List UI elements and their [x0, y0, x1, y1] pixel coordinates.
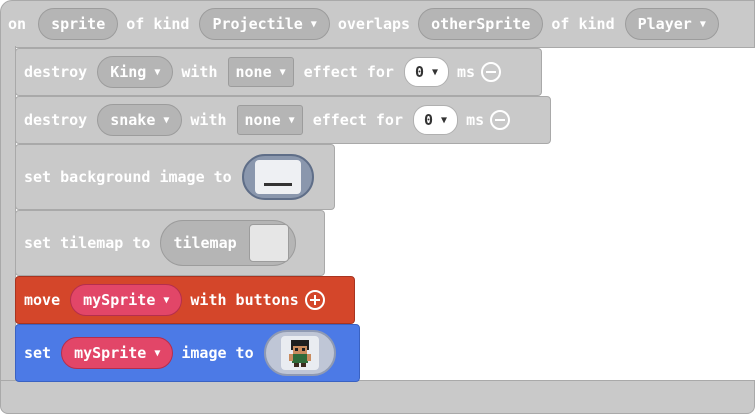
set-background-row: set background image to: [24, 152, 314, 202]
effect-dropdown[interactable]: none ▼: [236, 105, 303, 135]
ms-value-dropdown[interactable]: 0 ▼: [403, 57, 450, 87]
ms-label: ms: [457, 63, 476, 81]
sprite-variable[interactable]: sprite: [38, 8, 119, 40]
set-sprite-dropdown[interactable]: mySprite ▼: [61, 337, 174, 369]
sprite-variable-label: sprite: [51, 15, 106, 33]
set-label: set: [24, 344, 52, 362]
move-row: move mySprite ▼ with buttons: [24, 283, 325, 317]
move-sprite-dropdown[interactable]: mySprite ▼: [70, 284, 183, 316]
effect-for-label: effect for: [312, 111, 403, 129]
of-kind-label-2: of kind: [551, 15, 615, 33]
move-sprite-label: mySprite: [83, 291, 156, 309]
set-background-label: set background image to: [24, 168, 232, 186]
kind-dropdown-projectile[interactable]: Projectile ▼: [199, 8, 330, 40]
ms-value: 0: [414, 63, 424, 81]
event-header: on sprite of kind Projectile ▼ overlaps …: [8, 7, 719, 41]
destroy-target-label: King: [110, 63, 147, 81]
of-kind-label-1: of kind: [126, 15, 190, 33]
move-label: move: [24, 291, 61, 309]
background-image-picker[interactable]: [241, 154, 314, 200]
sprite-image-picker[interactable]: [263, 330, 336, 376]
caret-down-icon: ▼: [432, 66, 439, 78]
with-label: with: [181, 63, 218, 81]
on-label: on: [8, 15, 27, 33]
destroy-label: destroy: [24, 111, 88, 129]
caret-down-icon: ▼: [441, 114, 448, 126]
character-sprite-icon: [288, 340, 311, 367]
kind-dropdown-player[interactable]: Player ▼: [624, 8, 719, 40]
effect-for-label: effect for: [303, 63, 394, 81]
plus-circle-icon[interactable]: [304, 290, 325, 310]
caret-down-icon: ▼: [163, 114, 170, 126]
set-tilemap-row: set tilemap to tilemap: [24, 218, 296, 268]
set-tilemap-label: set tilemap to: [24, 234, 151, 252]
with-buttons-label: with buttons: [190, 291, 299, 309]
destroy-king-row: destroy King ▼ with none ▼ effect for 0 …: [24, 55, 502, 89]
image-to-label: image to: [181, 344, 254, 362]
caret-down-icon: ▼: [288, 114, 295, 126]
destroy-target-dropdown[interactable]: snake ▼: [97, 104, 183, 136]
other-sprite-variable[interactable]: otherSprite: [418, 8, 544, 40]
kind-projectile-label: Projectile: [212, 15, 303, 33]
kind-player-label: Player: [637, 15, 692, 33]
tilemap-value-label: tilemap: [173, 234, 237, 252]
minus-circle-icon[interactable]: [490, 110, 511, 130]
set-image-row: set mySprite ▼ image to: [24, 328, 336, 378]
empty-image-thumbnail: [254, 160, 301, 194]
ms-value: 0: [424, 111, 434, 129]
tilemap-thumbnail[interactable]: [248, 224, 289, 262]
effect-dropdown[interactable]: none ▼: [227, 57, 294, 87]
other-sprite-label: otherSprite: [431, 15, 531, 33]
with-label: with: [190, 111, 227, 129]
caret-down-icon: ▼: [699, 18, 706, 30]
destroy-target-dropdown[interactable]: King ▼: [97, 56, 174, 88]
destroy-snake-row: destroy snake ▼ with none ▼ effect for 0…: [24, 103, 511, 137]
caret-down-icon: ▼: [163, 294, 170, 306]
destroy-target-label: snake: [110, 111, 156, 129]
event-block-left-arm: [0, 46, 16, 386]
ms-value-dropdown[interactable]: 0 ▼: [413, 105, 459, 135]
effect-value: none: [244, 111, 281, 129]
overlaps-label: overlaps: [337, 15, 411, 33]
destroy-label: destroy: [24, 63, 88, 81]
ms-label: ms: [466, 111, 485, 129]
caret-down-icon: ▼: [310, 18, 317, 30]
caret-down-icon: ▼: [154, 347, 161, 359]
caret-down-icon: ▼: [154, 66, 161, 78]
set-sprite-label: mySprite: [74, 344, 147, 362]
tilemap-reporter[interactable]: tilemap: [160, 220, 296, 266]
caret-down-icon: ▼: [279, 66, 286, 78]
image-baseline-icon: [263, 183, 292, 186]
sprite-thumbnail: [280, 336, 319, 370]
event-block-footer: [0, 380, 755, 414]
minus-circle-icon[interactable]: [481, 62, 502, 82]
effect-value: none: [235, 63, 272, 81]
